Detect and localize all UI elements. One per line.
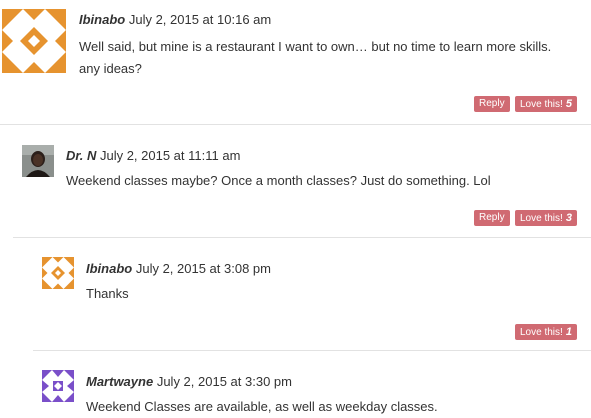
- comment-date[interactable]: July 2, 2015 at 10:16 am: [129, 12, 271, 27]
- comment: Dr. N July 2, 2015 at 11:11 am Weekend c…: [0, 125, 591, 237]
- comment-date[interactable]: July 2, 2015 at 11:11 am: [100, 148, 240, 163]
- comment: Ibinabo July 2, 2015 at 10:16 am Well sa…: [0, 0, 591, 124]
- author-name[interactable]: Martwayne: [86, 374, 153, 389]
- love-count: 5: [565, 98, 572, 110]
- comment: Martwayne July 2, 2015 at 3:30 pm Weeken…: [0, 351, 591, 418]
- comment-text: Thanks: [86, 286, 129, 301]
- reply-label: Reply: [479, 212, 505, 223]
- orange-quilt-avatar-icon: [42, 257, 74, 289]
- author-name[interactable]: Ibinabo: [86, 261, 132, 276]
- comment-text: Weekend classes maybe? Once a month clas…: [66, 173, 491, 188]
- love-label: Love this!: [520, 327, 563, 338]
- love-this-button[interactable]: Love this! 1: [515, 324, 577, 340]
- love-count: 3: [565, 212, 572, 224]
- love-label: Love this!: [520, 99, 563, 110]
- love-this-button[interactable]: Love this! 3: [515, 210, 577, 226]
- comment-date[interactable]: July 2, 2015 at 3:30 pm: [157, 374, 292, 389]
- love-label: Love this!: [520, 213, 563, 224]
- author-name[interactable]: Ibinabo: [79, 12, 125, 27]
- comment-meta: Ibinabo July 2, 2015 at 3:08 pm: [86, 261, 271, 276]
- comment: Ibinabo July 2, 2015 at 3:08 pm Thanks L…: [0, 238, 591, 350]
- comment-meta: Ibinabo July 2, 2015 at 10:16 am: [79, 12, 271, 27]
- comment-text: Well said, but mine is a restaurant I wa…: [79, 39, 552, 76]
- orange-quilt-avatar-icon: [2, 9, 66, 73]
- photo-avatar-icon: [22, 145, 54, 177]
- avatar[interactable]: [42, 370, 74, 402]
- reply-button[interactable]: Reply: [474, 96, 510, 112]
- comment-meta: Martwayne July 2, 2015 at 3:30 pm: [86, 374, 292, 389]
- purple-quilt-avatar-icon: [42, 370, 74, 402]
- love-this-button[interactable]: Love this! 5: [515, 96, 577, 112]
- avatar[interactable]: [22, 145, 54, 177]
- comment-meta: Dr. N July 2, 2015 at 11:11 am: [66, 148, 240, 163]
- avatar[interactable]: [2, 9, 66, 73]
- avatar[interactable]: [42, 257, 74, 289]
- comment-date[interactable]: July 2, 2015 at 3:08 pm: [136, 261, 271, 276]
- love-count: 1: [565, 326, 572, 338]
- author-name[interactable]: Dr. N: [66, 148, 96, 163]
- reply-button[interactable]: Reply: [474, 210, 510, 226]
- comment-text: Weekend Classes are available, as well a…: [86, 399, 438, 414]
- reply-label: Reply: [479, 98, 505, 109]
